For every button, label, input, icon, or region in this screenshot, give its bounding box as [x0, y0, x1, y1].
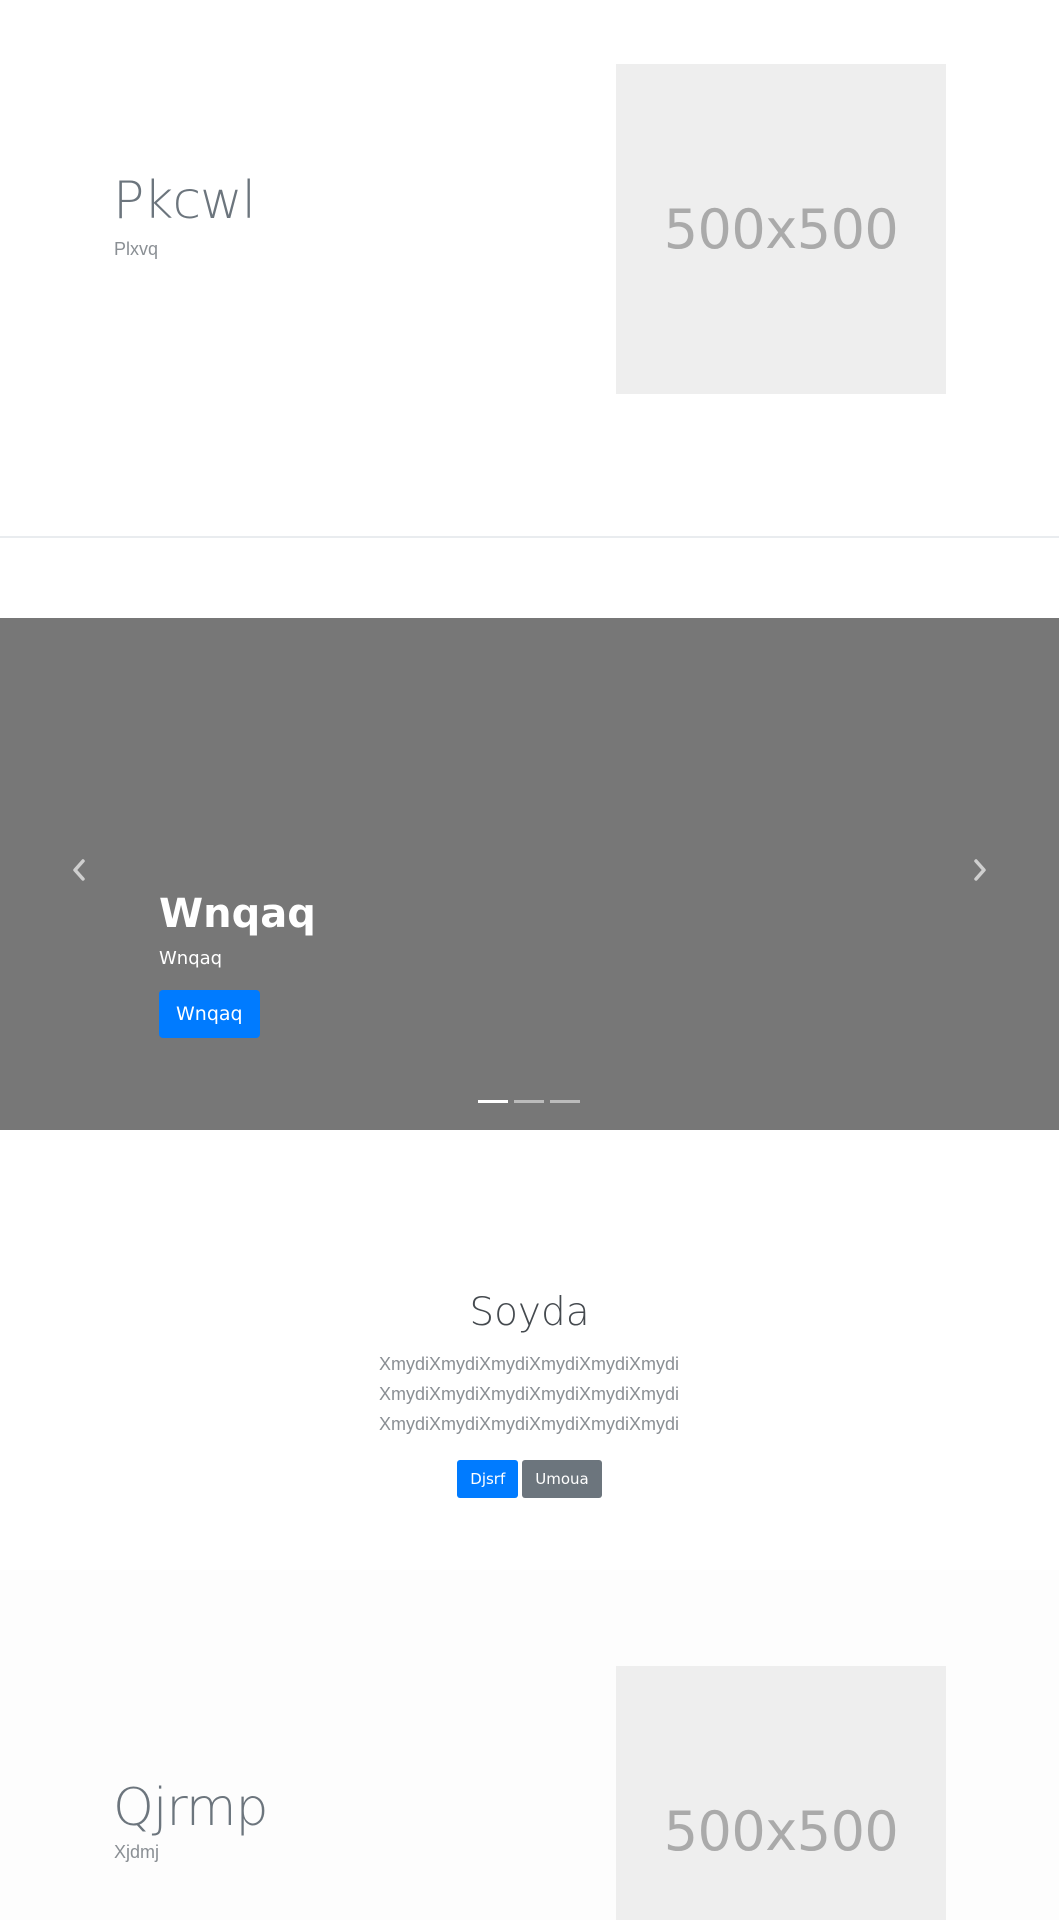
primary-button[interactable]: Djsrf	[457, 1460, 519, 1498]
hero-bottom-image-placeholder: 500x500	[616, 1666, 946, 1920]
hero-title: Pkcwl	[113, 171, 256, 231]
carousel-indicator-1[interactable]	[478, 1100, 508, 1103]
placeholder-label: 500x500	[663, 197, 899, 261]
hero-section-top: Pkcwl Plxvq 500x500	[0, 0, 1059, 536]
center-button-group: Djsrf Umoua	[0, 1460, 1059, 1498]
carousel-indicator-2[interactable]	[514, 1100, 544, 1103]
carousel-caption: Wnqaq Wnqaq Wnqaq	[159, 890, 316, 1038]
center-paragraph: XmydiXmydiXmydiXmydiXmydiXmydi XmydiXmyd…	[378, 1354, 680, 1434]
carousel-prev-button[interactable]	[59, 850, 99, 890]
chevron-right-icon	[974, 859, 986, 881]
section-divider	[0, 536, 1059, 538]
page: Pkcwl Plxvq 500x500 Wnqaq Wnqaq Wnqaq So…	[0, 0, 1059, 1920]
carousel: Wnqaq Wnqaq Wnqaq	[0, 618, 1059, 1130]
carousel-subtitle: Wnqaq	[159, 948, 223, 969]
carousel-indicators	[478, 1100, 580, 1103]
carousel-next-button[interactable]	[960, 850, 1000, 890]
hero-bottom-subtitle: Xjdmj	[114, 1842, 160, 1862]
secondary-button[interactable]: Umoua	[522, 1460, 602, 1498]
carousel-cta-button[interactable]: Wnqaq	[159, 989, 260, 1038]
carousel-title: Wnqaq	[159, 891, 316, 937]
hero-section-bottom: Qjrmp Xjdmj 500x500	[0, 1570, 1059, 1920]
chevron-left-icon	[73, 859, 85, 881]
hero-subtitle: Plxvq	[114, 239, 159, 259]
hero-bottom-title: Qjrmp	[113, 1778, 269, 1838]
hero-image-placeholder: 500x500	[616, 64, 946, 394]
center-title: Soyda	[469, 1290, 590, 1335]
center-section: Soyda XmydiXmydiXmydiXmydiXmydiXmydi Xmy…	[0, 1130, 1059, 1570]
placeholder-label: 500x500	[663, 1799, 899, 1863]
carousel-indicator-3[interactable]	[550, 1100, 580, 1103]
